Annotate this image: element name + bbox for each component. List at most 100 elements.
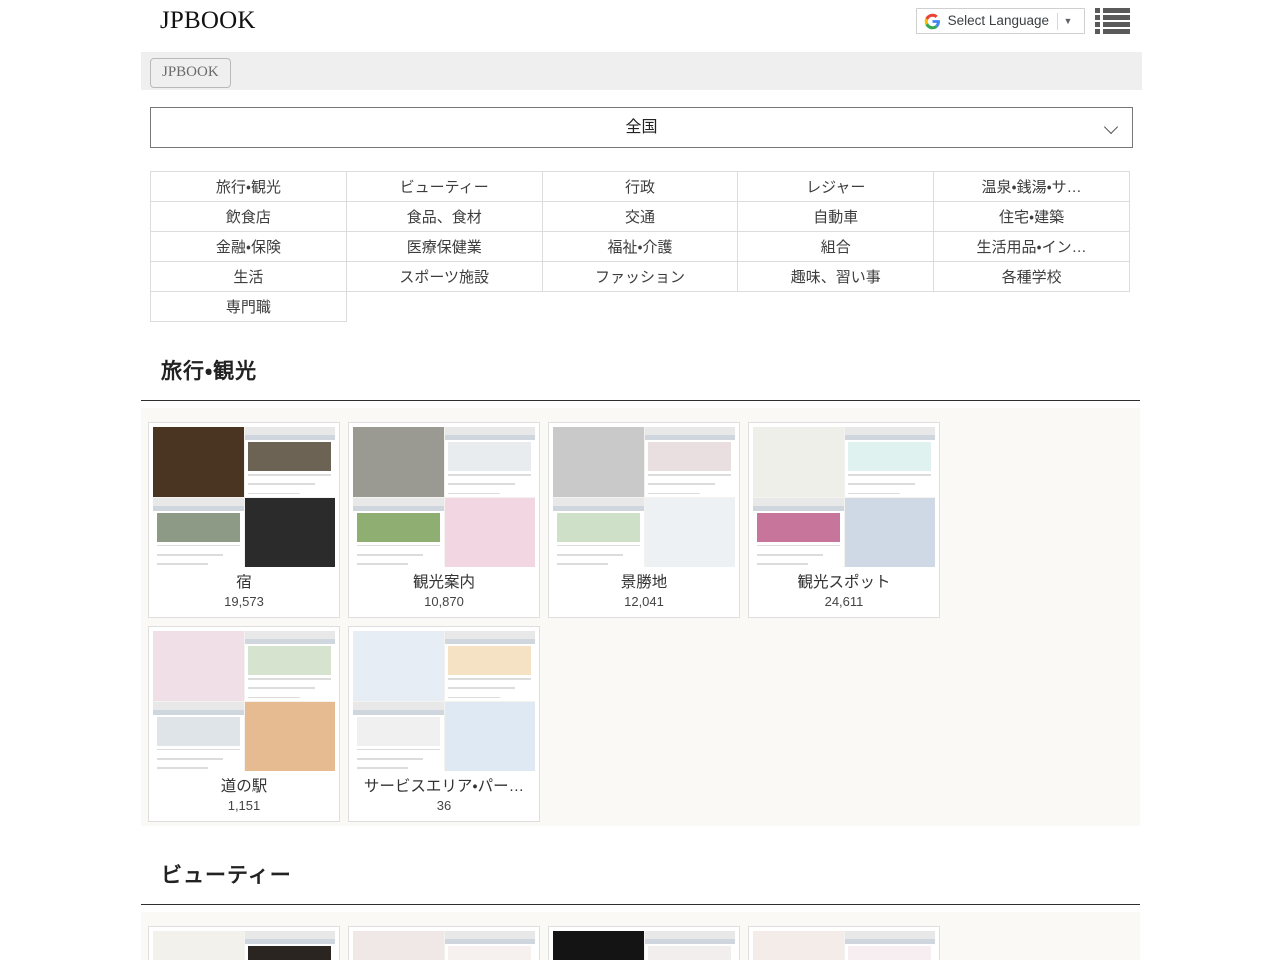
section-card-area: 宿 19,573 観光案内 10,870 景勝地 12,041 観光スポット 24,611 道の… [141,408,1140,826]
card-thumbnail [553,931,735,960]
card-thumbnail [153,931,335,960]
site-header: JPBOOK Select Language ▼ [0,0,1280,52]
category-cell[interactable]: 飲食店 [150,201,347,232]
card-thumbnail [153,427,335,567]
card-count: 36 [436,798,452,813]
region-select-value: 全国 [625,119,658,136]
card-thumbnail [553,427,735,567]
category-cell[interactable]: 生活 [150,261,347,292]
category-cell-empty [542,292,738,322]
thumbnail-tile [153,701,244,771]
thumbnail-tile [844,497,935,567]
category-cell[interactable]: 趣味、習い事 [737,261,935,292]
category-card[interactable] [548,926,740,960]
thumbnail-tile [444,631,535,701]
category-card[interactable]: 景勝地 12,041 [548,422,740,618]
section-title: ビューティー [161,864,292,887]
category-cell[interactable]: 福祉・介護 [541,231,739,262]
category-card[interactable] [748,926,940,960]
breadcrumb: JPBOOK [141,52,1142,90]
thumbnail-tile [444,931,535,960]
thumbnail-tile [753,427,844,497]
category-card[interactable]: 観光スポット 24,611 [748,422,940,618]
thumbnail-tile [553,427,644,497]
thumbnail-tile [153,631,244,701]
category-card[interactable] [348,926,540,960]
card-label: 道の駅 [220,778,268,795]
card-label: 宿 [236,574,252,591]
section-title: 旅行・観光 [161,360,258,383]
category-cell[interactable]: 住宅・建築 [933,201,1130,232]
category-cell[interactable]: レジャー [737,171,935,202]
card-label: 景勝地 [620,574,668,591]
card-thumbnail [753,931,935,960]
category-card[interactable]: サービスエリア・パー… 36 [348,626,540,822]
thumbnail-tile [753,497,844,567]
thumbnail-tile [353,701,444,771]
category-cell[interactable]: 自動車 [737,201,935,232]
thumbnail-tile [353,427,444,497]
region-select[interactable]: 全国 [150,107,1133,148]
site-logo[interactable]: JPBOOK [160,6,256,36]
thumbnail-tile [553,931,644,960]
card-row: 宿 19,573 観光案内 10,870 景勝地 12,041 観光スポット 24,611 道の… [141,422,1140,826]
thumbnail-tile [844,427,935,497]
card-count: 24,611 [824,594,864,609]
thumbnail-tile [244,931,335,960]
thumbnail-tile [244,701,335,771]
card-count: 1,151 [227,798,261,813]
category-cell-empty [738,292,934,322]
category-cell[interactable]: スポーツ施設 [345,261,543,292]
translate-label: Select Language [947,13,1049,28]
category-cell-empty [934,292,1130,322]
card-thumbnail [353,931,535,960]
category-cell[interactable]: 生活用品・イン… [933,231,1130,262]
thumbnail-tile [153,497,244,567]
google-translate-widget[interactable]: Select Language ▼ [915,8,1085,34]
category-cell[interactable]: 交通 [541,201,739,232]
card-label: 観光スポット [797,574,891,591]
card-count: 19,573 [224,594,264,609]
category-cell[interactable]: 温泉・銭湯・サ… [933,171,1130,202]
category-card[interactable] [148,926,340,960]
category-cell[interactable]: 食品、食材 [345,201,543,232]
card-label: サービスエリア・パー… [363,778,525,795]
thumbnail-tile [244,631,335,701]
thumbnail-tile [153,427,244,497]
chevron-down-icon[interactable]: ▼ [1058,8,1078,34]
breadcrumb-item-home[interactable]: JPBOOK [150,58,231,88]
thumbnail-tile [244,497,335,567]
card-count: 10,870 [424,594,464,609]
card-thumbnail [353,631,535,771]
category-card[interactable]: 観光案内 10,870 [348,422,540,618]
category-cell[interactable]: 組合 [737,231,935,262]
category-row: 専門職 [150,291,1130,322]
thumbnail-tile [444,497,535,567]
category-cell[interactable]: 医療保健業 [345,231,543,262]
thumbnail-tile [353,931,444,960]
category-card[interactable]: 宿 19,573 [148,422,340,618]
category-cell[interactable]: 旅行・観光 [150,171,347,202]
thumbnail-tile [353,631,444,701]
category-cell[interactable]: 専門職 [150,291,347,322]
category-cell[interactable]: ビューティー [345,171,543,202]
list-menu-icon[interactable] [1095,8,1130,35]
section-divider [141,400,1140,401]
thumbnail-tile [644,497,735,567]
thumbnail-tile [553,497,644,567]
category-grid-body: 旅行・観光 ビューティー 行政 レジャー 温泉・銭湯・サ… 飲食店 食品、食材 交通 自動車 住宅… [150,171,1130,322]
section-divider [141,904,1140,905]
thumbnail-tile [444,701,535,771]
page-root: JPBOOK Select Language ▼ JPBOOK 全国 旅行・観光… [0,0,1280,960]
category-cell[interactable]: 行政 [541,171,739,202]
category-card[interactable]: 道の駅 1,151 [148,626,340,822]
category-cell[interactable]: ファッション [541,261,739,292]
thumbnail-tile [644,931,735,960]
card-thumbnail [153,631,335,771]
category-row: 金融・保険 医療保健業 福祉・介護 組合 生活用品・イン… [150,231,1130,262]
card-thumbnail [353,427,535,567]
category-cell[interactable]: 各種学校 [933,261,1130,292]
category-cell[interactable]: 金融・保険 [150,231,347,262]
google-icon [924,13,941,30]
chevron-down-icon [1105,121,1118,134]
